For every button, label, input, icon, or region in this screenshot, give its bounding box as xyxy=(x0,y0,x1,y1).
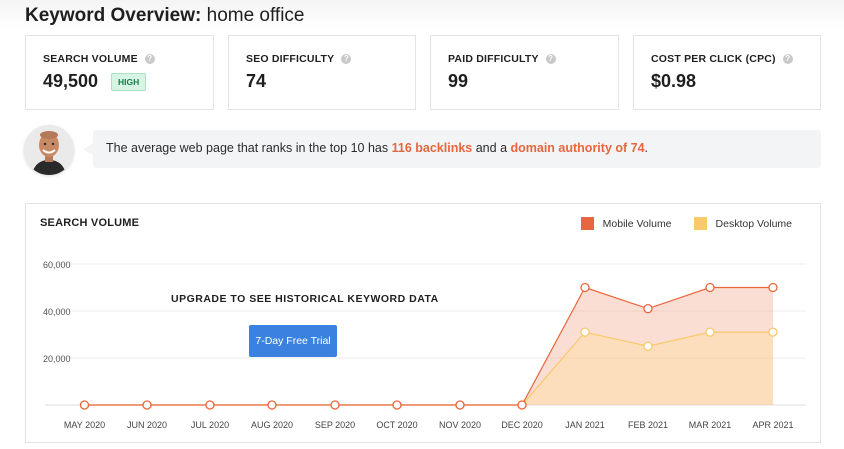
metric-label: PAID DIFFICULTY xyxy=(448,53,539,65)
data-point xyxy=(705,327,715,337)
x-tick-label: SEP 2020 xyxy=(315,420,355,430)
x-tick-label: APR 2021 xyxy=(752,420,793,430)
metric-card-paid-difficulty: PAID DIFFICULTY ? 99 xyxy=(430,35,619,110)
page-title: Keyword Overview: home office xyxy=(25,5,305,27)
metric-label: COST PER CLICK (CPC) xyxy=(651,53,776,65)
y-tick-label: 60,000 xyxy=(43,260,71,270)
x-tick-label: OCT 2020 xyxy=(376,420,417,430)
metric-value: 49,500 xyxy=(43,71,99,91)
insight-prefix: The average web page that ranks in the t… xyxy=(106,141,389,155)
x-tick-label: NOV 2020 xyxy=(439,420,481,430)
insight-callout: The average web page that ranks in the t… xyxy=(83,130,821,168)
y-tick-label: 20,000 xyxy=(43,354,71,364)
series-area xyxy=(84,332,773,405)
mobile-swatch-icon xyxy=(580,217,594,230)
x-tick-label: AUG 2020 xyxy=(251,420,293,430)
x-tick-label: JUL 2020 xyxy=(191,420,229,430)
data-point xyxy=(330,400,340,410)
desktop-swatch-icon xyxy=(693,217,707,230)
y-tick-label: 40,000 xyxy=(43,307,71,317)
legend-item-mobile[interactable]: Mobile Volume xyxy=(580,217,672,230)
backlinks-highlight: 116 backlinks xyxy=(391,141,473,155)
data-point xyxy=(768,282,778,293)
chart-legend: Mobile Volume Desktop Volume xyxy=(559,217,792,230)
info-icon[interactable]: ? xyxy=(782,54,793,64)
data-point xyxy=(267,400,277,410)
search-volume-chart-card: 20,000 40,000 60,000 MAY 2020 JUN 2020 JUL 20… xyxy=(25,203,821,443)
insight-suffix: . xyxy=(644,141,649,155)
insight-middle: and a xyxy=(475,141,508,155)
chart-title: SEARCH VOLUME xyxy=(40,217,140,229)
search-volume-chart: 20,000 40,000 60,000 MAY 2020 JUN 2020 JUL 20… xyxy=(43,260,806,430)
status-badge: HIGH xyxy=(111,73,147,91)
x-tick-label: MAR 2021 xyxy=(689,420,732,430)
info-icon[interactable]: ? xyxy=(545,54,556,64)
data-point xyxy=(517,400,527,410)
x-tick-label: FEB 2021 xyxy=(628,420,668,430)
data-point xyxy=(580,327,590,337)
page-title-label: Keyword Overview: xyxy=(25,5,202,26)
data-point xyxy=(392,400,402,410)
info-icon[interactable]: ? xyxy=(341,54,352,64)
metric-value: $0.98 xyxy=(651,71,697,91)
metric-card-seo-difficulty: SEO DIFFICULTY ? 74 xyxy=(228,35,416,110)
legend-label: Mobile Volume xyxy=(602,217,672,230)
legend-item-desktop[interactable]: Desktop Volume xyxy=(693,217,792,230)
x-tick-label: MAY 2020 xyxy=(64,420,105,430)
data-point xyxy=(768,327,778,337)
data-point xyxy=(580,282,590,293)
domain-authority-highlight: domain authority of 74 xyxy=(510,141,645,155)
metric-value: 99 xyxy=(448,71,469,91)
x-tick-label: JUN 2020 xyxy=(127,420,167,430)
metric-label: SEO DIFFICULTY xyxy=(246,53,335,65)
free-trial-button[interactable]: 7-Day Free Trial xyxy=(249,325,337,357)
data-point xyxy=(205,400,215,410)
info-icon[interactable]: ? xyxy=(144,54,155,64)
avatar xyxy=(24,125,74,175)
page-title-keyword: home office xyxy=(206,5,305,26)
metric-card-cpc: COST PER CLICK (CPC) ? $0.98 xyxy=(633,35,821,110)
data-point xyxy=(79,400,90,410)
metric-label: SEARCH VOLUME xyxy=(43,53,138,65)
data-point xyxy=(142,400,152,410)
metric-value: 74 xyxy=(246,71,267,91)
x-tick-label: JAN 2021 xyxy=(565,420,605,430)
data-point xyxy=(643,341,653,351)
x-tick-label: DEC 2020 xyxy=(501,420,543,430)
data-point xyxy=(455,400,465,410)
data-point xyxy=(643,304,653,314)
person-avatar-icon xyxy=(24,125,74,175)
data-point xyxy=(705,282,715,293)
upgrade-message: UPGRADE TO SEE HISTORICAL KEYWORD DATA xyxy=(171,293,439,305)
legend-label: Desktop Volume xyxy=(715,217,792,230)
metric-card-search-volume: SEARCH VOLUME ? 49,500 HIGH xyxy=(25,35,214,110)
